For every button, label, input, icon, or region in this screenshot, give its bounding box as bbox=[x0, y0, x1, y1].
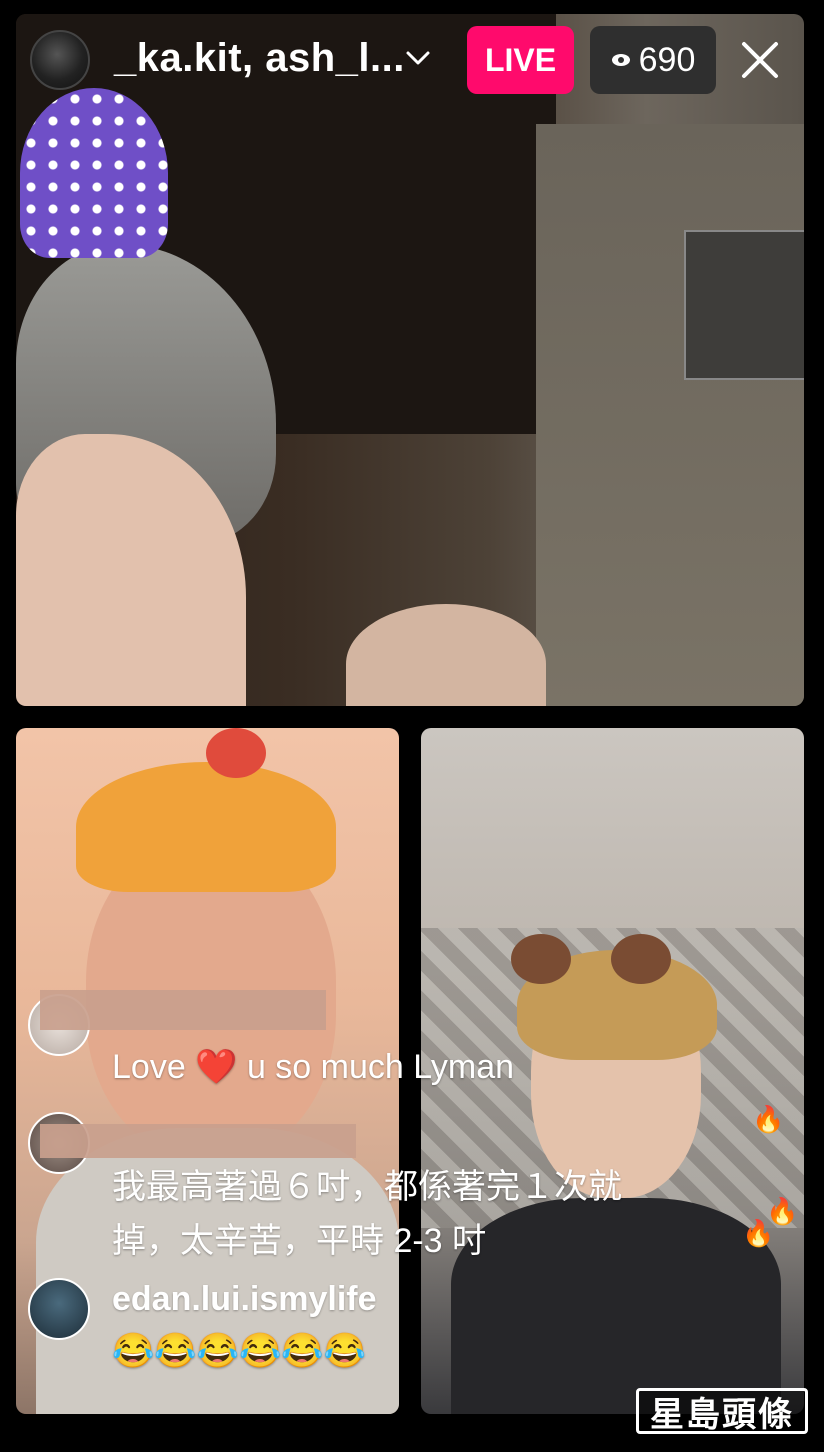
fire-icon: 🔥 bbox=[752, 1104, 785, 1134]
viewer-count: 690 bbox=[638, 40, 696, 79]
live-badge: LIVE bbox=[467, 26, 574, 94]
viewer-count-badge[interactable]: 690 bbox=[590, 26, 716, 94]
comment-item: 我最高著過６吋，都係著完１次就 掉，太辛苦，平時 2-3 吋 bbox=[28, 1112, 728, 1272]
comment-item: Love ❤️ u so much Lyman bbox=[28, 990, 728, 1104]
comment-text: Love ❤️ u so much Lyman bbox=[112, 1048, 515, 1086]
commenter-avatar[interactable] bbox=[28, 1278, 90, 1340]
publisher-watermark: 星島頭條 bbox=[636, 1388, 808, 1434]
close-icon[interactable] bbox=[738, 38, 782, 82]
comment-text: 😂😂😂😂😂😂 bbox=[112, 1332, 367, 1370]
comment-item: edan.lui.ismylife 😂😂😂😂😂😂 bbox=[28, 1278, 728, 1388]
fire-icon: 🔥 bbox=[766, 1196, 799, 1226]
eye-icon bbox=[611, 54, 630, 66]
host-names[interactable]: _ka.kit, ash_l... bbox=[114, 36, 405, 81]
redaction-bar bbox=[40, 1124, 356, 1158]
host-avatar[interactable] bbox=[30, 30, 90, 90]
chevron-down-icon[interactable] bbox=[404, 44, 432, 72]
live-header: _ka.kit, ash_l... LIVE 690 bbox=[0, 0, 824, 120]
comment-text: 我最高著過６吋，都係著完１次就 掉，太辛苦，平時 2-3 吋 bbox=[112, 1168, 622, 1260]
redaction-bar bbox=[40, 990, 326, 1030]
comment-username: edan.lui.ismylife bbox=[112, 1280, 377, 1318]
